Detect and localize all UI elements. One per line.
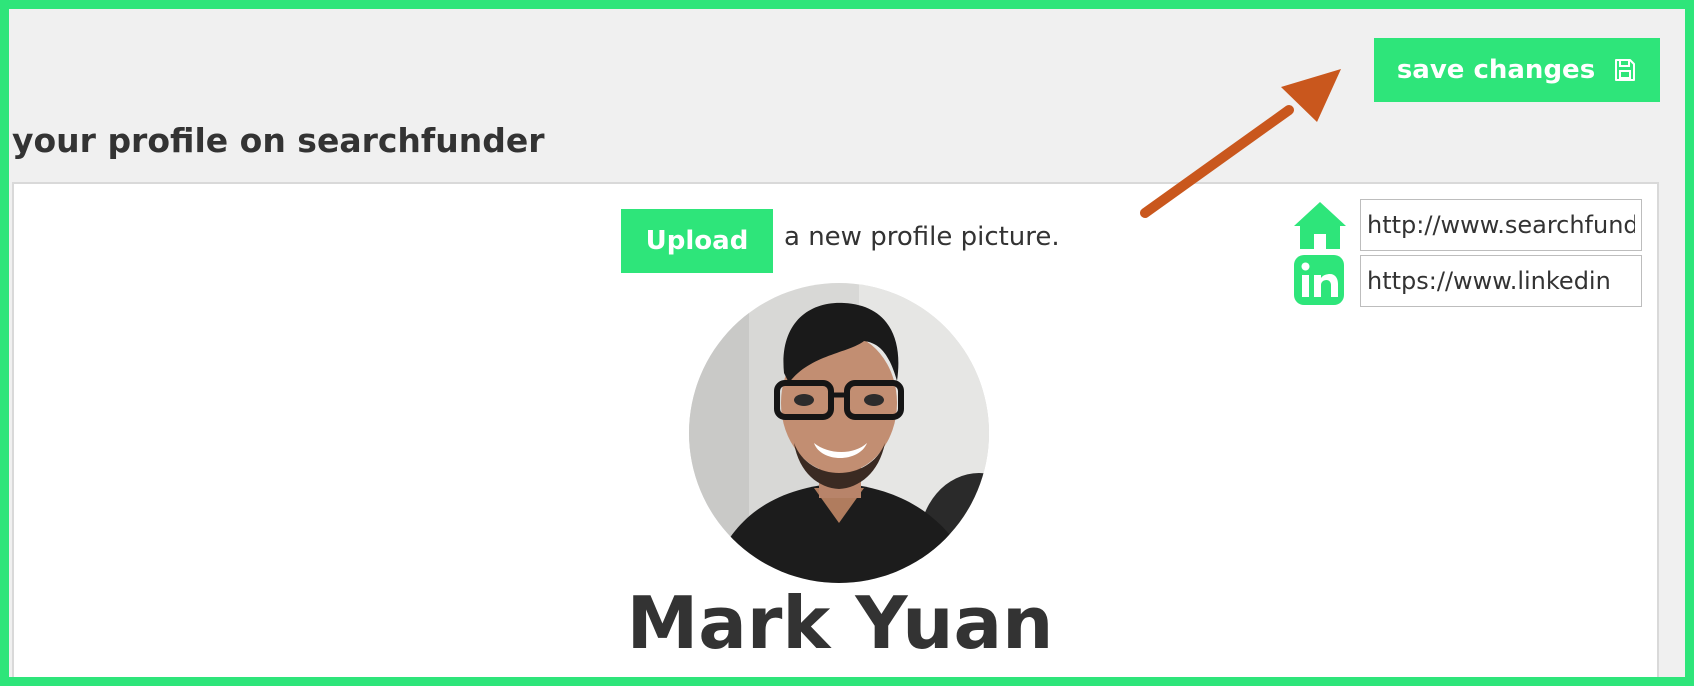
upload-button[interactable]: Upload xyxy=(621,209,773,273)
home-icon xyxy=(1292,199,1348,253)
save-changes-button[interactable]: save changes xyxy=(1374,38,1660,102)
upload-hint: a new profile picture. xyxy=(784,222,1060,252)
page-title: your profile on searchfunder xyxy=(12,121,545,160)
floppy-disk-icon xyxy=(1613,58,1637,82)
website-url-field[interactable] xyxy=(1360,199,1642,251)
linkedin-url-field[interactable] xyxy=(1360,255,1642,307)
save-changes-label: save changes xyxy=(1396,55,1596,85)
avatar xyxy=(689,283,989,583)
app-frame: save changes your profile on searchfunde… xyxy=(0,0,1694,686)
person-name: Mark Yuan xyxy=(626,581,1054,665)
linkedin-icon xyxy=(1292,254,1348,308)
